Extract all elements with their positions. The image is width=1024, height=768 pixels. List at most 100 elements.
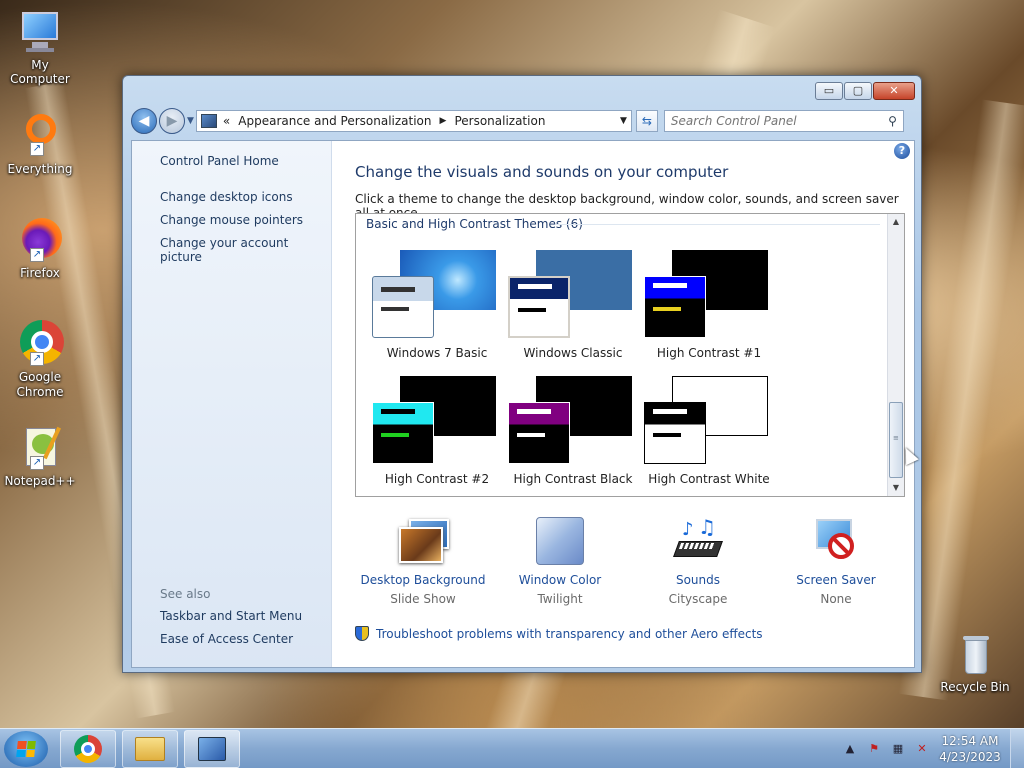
theme-group-label[interactable]: Basic and High Contrast Themes (6) (366, 217, 583, 231)
minimize-button[interactable]: ▭ (815, 82, 843, 100)
control-panel-icon (200, 114, 217, 128)
sounds-value: Cityscape (668, 592, 728, 606)
desktop-icon-my-computer[interactable]: My Computer (0, 8, 80, 86)
clock-date: 4/23/2023 (939, 750, 1001, 764)
search-input[interactable] (670, 114, 889, 128)
window-color-icon (534, 517, 586, 567)
desktop-icon-firefox[interactable]: ↗ Firefox (0, 216, 80, 280)
personalization-window[interactable]: ▭ ▢ ✕ ◀ ▶ ▼ « Appearance and Personaliza… (122, 75, 922, 673)
theme-name: High Contrast #1 (656, 346, 762, 360)
scroll-thumb[interactable]: ≡ (889, 402, 903, 478)
search-icon[interactable]: ⚲ (888, 114, 897, 128)
change-mouse-pointers-link[interactable]: Change mouse pointers (160, 213, 303, 227)
refresh-button[interactable]: ⇆ (635, 110, 658, 132)
start-button[interactable] (4, 731, 48, 767)
address-prefix[interactable]: « (223, 114, 230, 128)
theme-windows-7-basic[interactable]: Windows 7 Basic (372, 250, 502, 368)
theme-window-preview (508, 276, 570, 338)
troubleshoot-link-row[interactable]: Troubleshoot problems with transparency … (355, 626, 763, 641)
breadcrumb-separator[interactable]: ▶ (440, 116, 447, 126)
clock-time: 12:54 AM (941, 734, 999, 748)
screen-saver-icon (810, 517, 862, 567)
window-color-link[interactable]: Window Color (495, 573, 625, 587)
close-button[interactable]: ✕ (873, 82, 915, 100)
scroll-down-button[interactable]: ▼ (888, 480, 904, 496)
desktop-background-icon (397, 517, 449, 567)
window-color-value: Twilight (537, 592, 583, 606)
taskbar-explorer-button[interactable] (122, 730, 178, 768)
theme-name: High Contrast White (648, 472, 770, 486)
theme-name: Windows Classic (523, 346, 623, 360)
address-dropdown[interactable]: ▼ (620, 116, 627, 126)
group-divider (556, 224, 880, 225)
desktop-icon-google-chrome[interactable]: ↗ Google Chrome (0, 320, 80, 400)
desktop-icon-label: Google Chrome (16, 370, 64, 399)
breadcrumb-personalization[interactable]: Personalization (454, 114, 545, 128)
chrome-icon: ↗ (16, 320, 64, 368)
change-account-picture-link[interactable]: Change your account picture (160, 236, 331, 264)
desktop-icon-label: Everything (7, 162, 73, 176)
taskbar-start-menu-link[interactable]: Taskbar and Start Menu (160, 609, 302, 623)
screen-saver-value: None (820, 592, 852, 606)
screen-saver-setting[interactable]: Screen Saver None (771, 517, 901, 606)
breadcrumb-appearance[interactable]: Appearance and Personalization (238, 114, 431, 128)
taskbar-control-panel-button[interactable] (184, 730, 240, 768)
desktop-icon-everything[interactable]: ↗ Everything (0, 112, 80, 176)
desktop-background-setting[interactable]: Desktop Background Slide Show (358, 517, 488, 606)
desktop-icon-label: Recycle Bin (940, 680, 1010, 694)
ease-of-access-link[interactable]: Ease of Access Center (160, 632, 293, 646)
forward-button[interactable]: ▶ (159, 108, 185, 134)
taskbar-chrome-button[interactable] (60, 730, 116, 768)
computer-icon (16, 8, 64, 56)
address-bar[interactable]: « Appearance and Personalization ▶ Perso… (195, 110, 632, 132)
control-panel-home-link[interactable]: Control Panel Home (160, 154, 279, 168)
page-title: Change the visuals and sounds on your co… (355, 163, 729, 181)
search-box[interactable]: ⚲ (663, 110, 904, 132)
see-also-label: See also (160, 587, 211, 601)
action-center-icon[interactable]: ⚑ (866, 741, 882, 757)
troubleshoot-link[interactable]: Troubleshoot problems with transparency … (376, 627, 763, 641)
theme-high-contrast-black[interactable]: High Contrast Black (508, 376, 638, 494)
back-button[interactable]: ◀ (131, 108, 157, 134)
navigation-bar: ◀ ▶ ▼ « Appearance and Personalization ▶… (131, 106, 913, 136)
theme-name: Windows 7 Basic (386, 346, 488, 360)
show-desktop-button[interactable] (1010, 729, 1024, 768)
clock[interactable]: 12:54 AM 4/23/2023 (934, 733, 1006, 765)
desktop-background-link[interactable]: Desktop Background (358, 573, 488, 587)
sounds-setting[interactable]: ♪ ♫ Sounds Cityscape (633, 515, 763, 606)
desktop-icon-label: My Computer (10, 58, 70, 86)
desktop-icon-recycle-bin[interactable]: Recycle Bin (935, 630, 1015, 694)
folder-icon (135, 737, 165, 761)
screen-saver-link[interactable]: Screen Saver (771, 573, 901, 587)
desktop-icon-notepadpp[interactable]: ↗ Notepad++ (0, 424, 80, 488)
theme-high-contrast-1[interactable]: High Contrast #1 (644, 250, 774, 368)
control-panel-icon (198, 737, 226, 761)
scroll-up-button[interactable]: ▲ (888, 214, 904, 230)
theme-window-preview (372, 276, 434, 338)
notepadpp-icon: ↗ (16, 424, 64, 472)
volume-muted-icon[interactable]: ✕ (914, 741, 930, 757)
network-icon[interactable]: ▦ (890, 741, 906, 757)
refresh-icon: ⇆ (641, 114, 652, 128)
sounds-icon: ♪ ♫ (672, 515, 724, 567)
recent-pages-dropdown[interactable]: ▼ (187, 116, 194, 126)
show-hidden-icons-button[interactable]: ▲ (842, 741, 858, 757)
back-arrow-icon: ◀ (138, 113, 150, 129)
theme-windows-classic[interactable]: Windows Classic (508, 250, 638, 368)
window-controls: ▭ ▢ ✕ (815, 82, 915, 100)
theme-window-preview (644, 402, 706, 464)
taskbar: ▲ ⚑ ▦ ✕ 12:54 AM 4/23/2023 (0, 728, 1024, 768)
help-icon[interactable]: ? (894, 143, 910, 159)
theme-name: High Contrast Black (513, 472, 633, 486)
desktop-icon-label: Notepad++ (4, 474, 76, 488)
system-tray: ▲ ⚑ ▦ ✕ 12:54 AM 4/23/2023 (838, 729, 1024, 768)
windows-logo-icon (16, 741, 36, 757)
sounds-link[interactable]: Sounds (633, 573, 763, 587)
window-color-setting[interactable]: Window Color Twilight (495, 517, 625, 606)
theme-high-contrast-white[interactable]: High Contrast White (644, 376, 774, 494)
desktop-icon-label: Firefox (20, 266, 60, 280)
change-desktop-icons-link[interactable]: Change desktop icons (160, 190, 293, 204)
maximize-button[interactable]: ▢ (844, 82, 872, 100)
theme-high-contrast-2[interactable]: High Contrast #2 (372, 376, 502, 494)
main-pane: ? Change the visuals and sounds on your … (332, 141, 914, 667)
